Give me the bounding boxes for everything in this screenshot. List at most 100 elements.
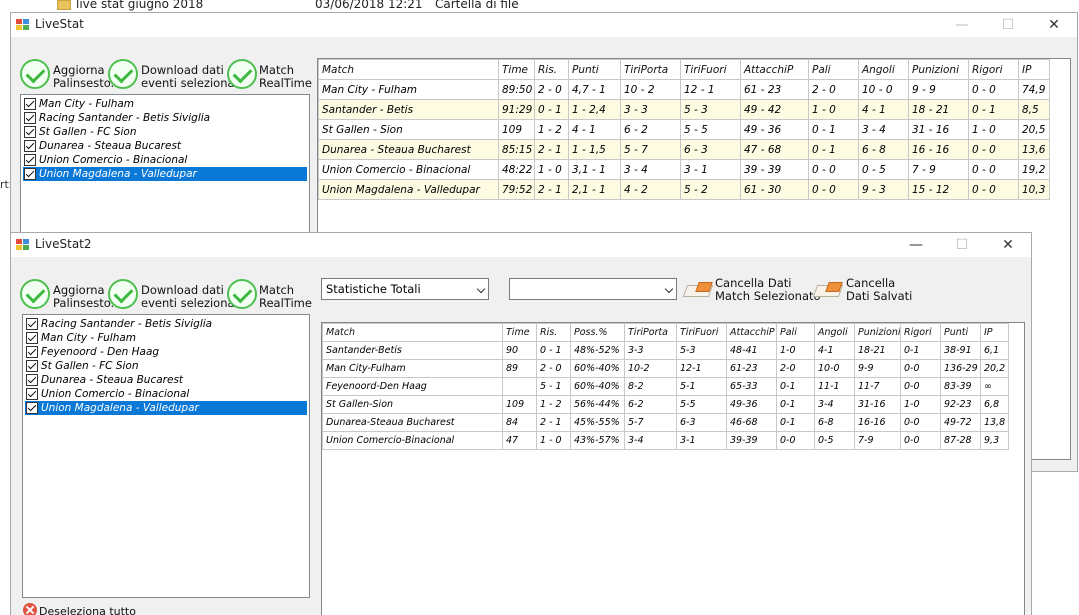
check-circle-icon[interactable]: [227, 59, 257, 89]
checkbox-checked[interactable]: [24, 168, 36, 180]
column-header[interactable]: TiriFuori: [680, 59, 741, 80]
match-realtime-button[interactable]: Match RealTime: [259, 64, 312, 90]
match-list-item[interactable]: St Gallen - FC Sion: [25, 359, 307, 373]
table-cell: 5-5: [676, 395, 727, 414]
title-bar[interactable]: LiveStat — ☐ ✕: [11, 13, 1077, 37]
table-cell: 6-2: [624, 395, 677, 414]
column-header[interactable]: Poss.%: [570, 323, 625, 342]
column-header[interactable]: Time: [498, 59, 535, 80]
checkbox-checked[interactable]: [24, 126, 36, 138]
match-checklist[interactable]: Man City - Fulham Racing Santander - Beti…: [20, 94, 310, 242]
match-list-item[interactable]: Union Comercio - Binacional: [25, 387, 307, 401]
column-header[interactable]: Rigori: [900, 323, 941, 342]
check-circle-icon[interactable]: [20, 279, 50, 309]
table-cell: 0 - 0: [808, 179, 859, 200]
match-list-item[interactable]: Racing Santander - Betis Siviglia: [25, 317, 307, 331]
table-row[interactable]: St Gallen-Sion 109 1 - 2 56%-44% 6-2 5-5 49-36…: [322, 395, 1009, 414]
column-header[interactable]: Time: [502, 323, 537, 342]
column-header[interactable]: Pali: [776, 323, 815, 342]
table-row[interactable]: Dunarea - Steaua Bucharest 85:15 2 - 11 - …: [318, 139, 1050, 160]
column-header[interactable]: Ris.: [536, 323, 571, 342]
deselect-all-button[interactable]: Deseleziona tutto: [39, 605, 136, 615]
column-header[interactable]: AttacchiP: [740, 59, 809, 80]
match-list-item[interactable]: St Gallen - FC Sion: [23, 125, 307, 139]
eraser-icon[interactable]: [682, 279, 714, 299]
maximize-button[interactable]: ☐: [939, 233, 985, 257]
checkbox-checked[interactable]: [26, 332, 38, 344]
match-realtime-button[interactable]: Match RealTime: [259, 284, 312, 310]
match-list-item[interactable]: Union Magdalena - Valledupar: [23, 167, 307, 181]
eraser-icon[interactable]: [812, 279, 844, 299]
table-row[interactable]: Feyenoord-Den Haag 5 - 1 60%-40% 8-2 5-1 65-3…: [322, 377, 1009, 396]
maximize-button[interactable]: ☐: [985, 13, 1031, 37]
minimize-button[interactable]: —: [893, 233, 939, 257]
table-row[interactable]: Man City - Fulham 89:50 2 - 0 4,7 - 1 10 - 2…: [318, 79, 1050, 100]
check-circle-icon[interactable]: [227, 279, 257, 309]
column-header[interactable]: Match: [318, 59, 499, 80]
checkbox-checked[interactable]: [24, 140, 36, 152]
column-header[interactable]: Punti: [940, 323, 981, 342]
table-row[interactable]: Santander-Betis 90 0 - 1 48%-52% 3-3 5-3 48-41…: [322, 341, 1009, 360]
checkbox-checked[interactable]: [26, 346, 38, 358]
column-header[interactable]: AttacchiP: [726, 323, 777, 342]
stats-type-select[interactable]: Statistiche Totali: [321, 278, 489, 300]
column-header[interactable]: TiriPorta: [620, 59, 681, 80]
checkbox-checked[interactable]: [26, 388, 38, 400]
match-list-item[interactable]: Feyenoord - Den Haag: [25, 345, 307, 359]
column-header[interactable]: Match: [322, 323, 503, 342]
column-header[interactable]: TiriFuori: [676, 323, 727, 342]
table-row[interactable]: Union Magdalena - Valledupar 79:52 2 - 1 2,…: [318, 179, 1050, 200]
aggiorna-palinsesto-button[interactable]: Aggiorna Palinsesto.: [53, 64, 114, 90]
column-header[interactable]: Pali: [808, 59, 859, 80]
match-checklist[interactable]: Racing Santander - Betis Siviglia Man Cit…: [22, 314, 310, 598]
match-list-item[interactable]: Dunarea - Steaua Bucarest: [23, 139, 307, 153]
table-row[interactable]: Union Comercio-Binacional 47 1 - 0 43%-57% 3…: [322, 431, 1009, 450]
livestat2-grid[interactable]: Match Time Ris. Poss.% TiriPorta TiriFuori Att…: [321, 322, 1025, 615]
column-header[interactable]: Angoli: [858, 59, 909, 80]
match-list-item[interactable]: Union Magdalena - Valledupar: [25, 401, 307, 415]
column-header[interactable]: Punti: [568, 59, 621, 80]
column-header[interactable]: IP: [1018, 59, 1050, 80]
column-header[interactable]: Ris.: [534, 59, 569, 80]
check-circle-icon[interactable]: [108, 279, 138, 309]
checkbox-checked[interactable]: [24, 98, 36, 110]
close-button[interactable]: ✕: [1031, 13, 1077, 37]
column-header[interactable]: Angoli: [814, 323, 855, 342]
close-button[interactable]: ✕: [985, 233, 1031, 257]
table-row[interactable]: Man City-Fulham 89 2 - 0 60%-40% 10-2 12-1 61-…: [322, 359, 1009, 378]
checkbox-checked[interactable]: [26, 402, 38, 414]
check-circle-icon[interactable]: [20, 59, 50, 89]
minimize-button[interactable]: —: [939, 13, 985, 37]
column-header[interactable]: Rigori: [968, 59, 1019, 80]
match-list-item[interactable]: Union Comercio - Binacional: [23, 153, 307, 167]
table-row[interactable]: Dunarea-Steaua Bucharest 84 2 - 1 45%-55% 5-…: [322, 413, 1009, 432]
match-list-item[interactable]: Racing Santander - Betis Siviglia: [23, 111, 307, 125]
checkbox-checked[interactable]: [26, 374, 38, 386]
match-list-item[interactable]: Man City - Fulham: [25, 331, 307, 345]
checkbox-checked[interactable]: [26, 318, 38, 330]
table-cell: 5 - 1: [536, 377, 571, 396]
cancel-saved-data-button[interactable]: Cancella Dati Salvati: [846, 277, 912, 303]
column-header[interactable]: Punizioni: [908, 59, 969, 80]
explorer-file-row[interactable]: live stat giugno 2018 03/06/2018 12:21 C…: [0, 0, 1079, 12]
column-header[interactable]: IP: [980, 323, 1009, 342]
table-row[interactable]: Santander - Betis 91:29 0 - 11 - 2,4 3 - 35…: [318, 99, 1050, 120]
cancel-selected-match-button[interactable]: Cancella Dati Match Selezionato: [715, 277, 821, 303]
match-list-item[interactable]: Man City - Fulham: [23, 97, 307, 111]
table-row[interactable]: Union Comercio - Binacional 48:22 1 - 0 3,1…: [318, 159, 1050, 180]
match-select[interactable]: [509, 278, 677, 300]
title-bar[interactable]: LiveStat2 — ☐ ✕: [11, 233, 1031, 257]
checkbox-checked[interactable]: [24, 112, 36, 124]
column-header[interactable]: TiriPorta: [624, 323, 677, 342]
column-header[interactable]: Punizioni: [854, 323, 901, 342]
table-cell: 6-3: [676, 413, 727, 432]
table-row[interactable]: St Gallen - Sion 109 1 - 24 - 16 - 25 - 54…: [318, 119, 1050, 140]
grid-header-row: Match Time Ris. Punti TiriPorta TiriFuori Atta…: [318, 59, 1050, 80]
match-list-item[interactable]: Dunarea - Steaua Bucarest: [25, 373, 307, 387]
checkbox-checked[interactable]: [26, 360, 38, 372]
folder-icon: [57, 0, 71, 10]
check-circle-icon[interactable]: [108, 59, 138, 89]
deselect-icon[interactable]: [23, 603, 37, 615]
checkbox-checked[interactable]: [24, 154, 36, 166]
aggiorna-palinsesto-button[interactable]: Aggiorna Palinsesto.: [53, 284, 114, 310]
